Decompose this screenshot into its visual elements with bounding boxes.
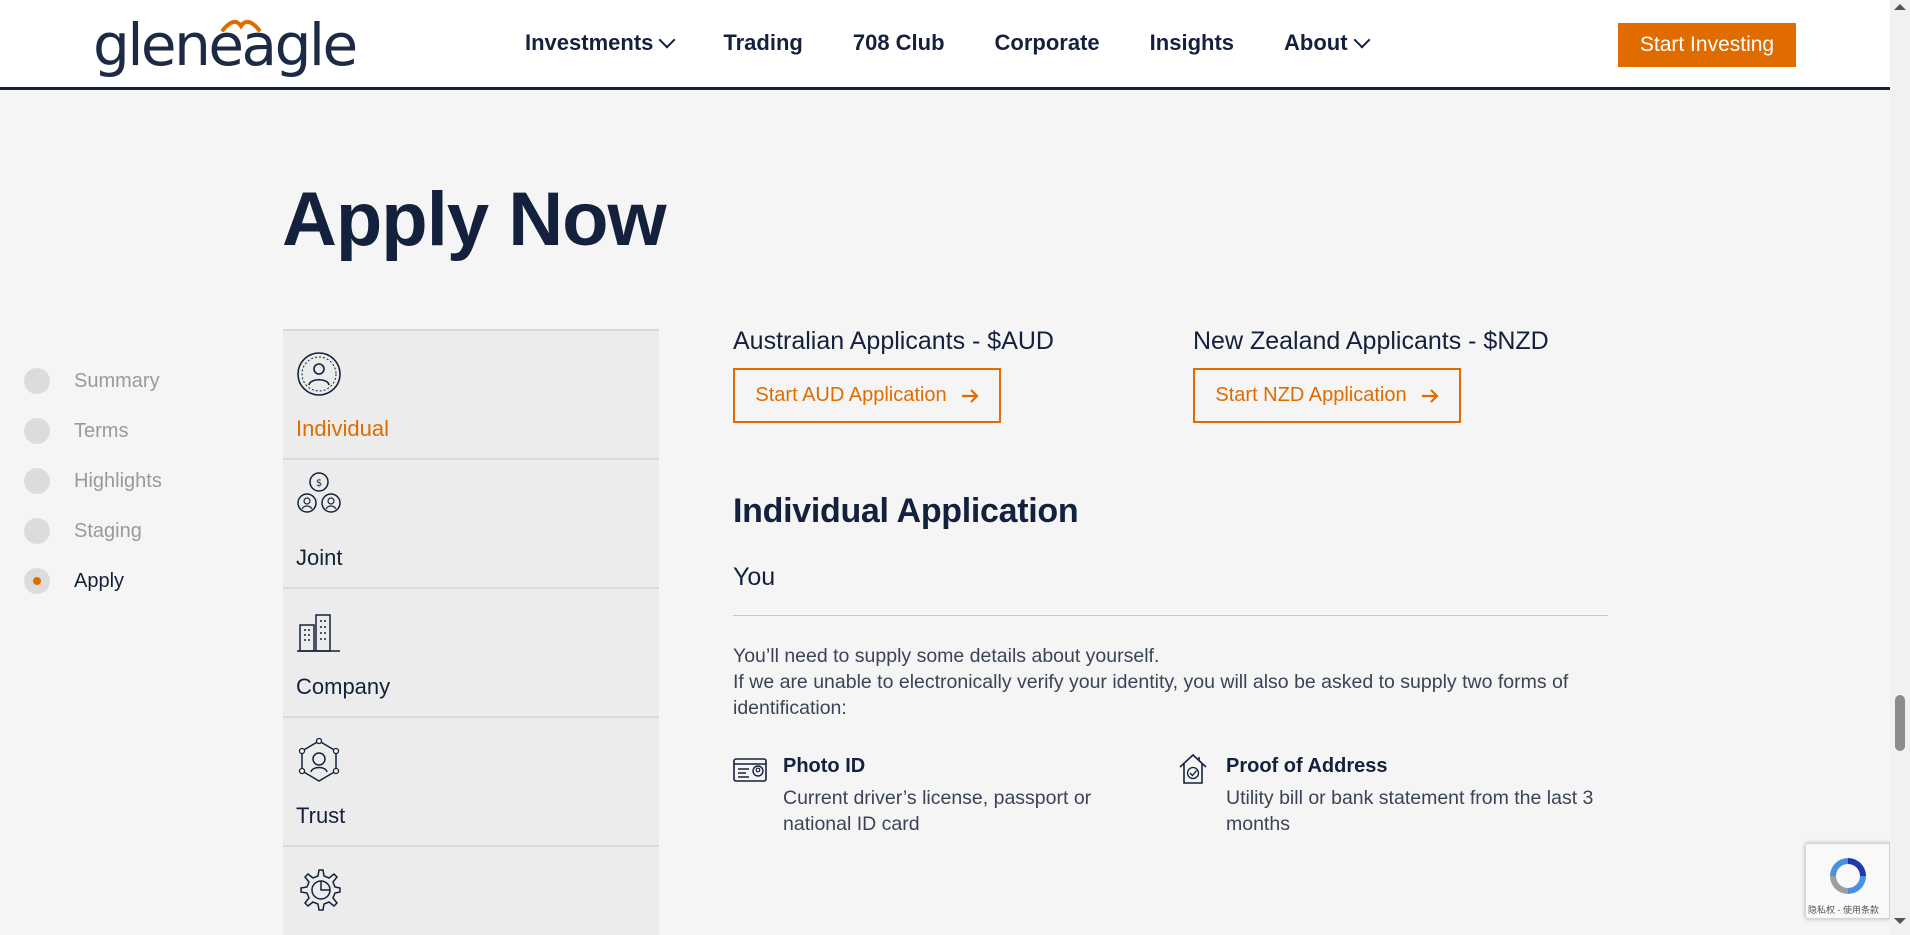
- photo-id-text: Current driver’s license, passport or na…: [783, 787, 1092, 835]
- individual-description: You’ll need to supply some details about…: [733, 643, 1613, 721]
- individual-application-heading: Individual Application: [733, 492, 1079, 530]
- start-nzd-application-button[interactable]: Start NZD Application: [1193, 368, 1461, 423]
- step-summary[interactable]: Summary: [24, 356, 162, 406]
- scrollbar-thumb[interactable]: [1895, 695, 1905, 751]
- recaptcha-icon: [1830, 858, 1866, 894]
- proof-of-address-title: Proof of Address: [1226, 755, 1388, 777]
- tab-trust[interactable]: Trust: [283, 716, 659, 845]
- nav-investments-label: Investments: [525, 30, 654, 55]
- nav-corporate-label: Corporate: [994, 30, 1100, 55]
- buildings-icon: [297, 614, 340, 652]
- tab-individual[interactable]: Individual: [283, 329, 659, 458]
- page-title: Apply Now: [282, 177, 667, 262]
- step-dot: [24, 368, 50, 394]
- section-you-heading: You: [733, 563, 776, 591]
- person-circle-icon: [297, 352, 341, 396]
- scroll-up-icon[interactable]: [1894, 4, 1906, 10]
- nav-about[interactable]: About: [1284, 30, 1371, 56]
- divider: [733, 615, 1608, 616]
- id-card-icon: [733, 758, 767, 782]
- step-dot: [24, 518, 50, 544]
- step-label: Apply: [74, 569, 125, 592]
- step-staging[interactable]: Staging: [24, 506, 162, 556]
- start-investing-button[interactable]: Start Investing: [1618, 23, 1796, 67]
- aud-heading: Australian Applicants - $AUD: [733, 327, 1054, 355]
- nav-708-club[interactable]: 708 Club: [853, 30, 945, 56]
- step-label: Staging: [74, 519, 142, 542]
- arrow-right-icon: [961, 388, 979, 403]
- step-apply[interactable]: Apply: [24, 556, 162, 606]
- tab-trust-label: Trust: [296, 803, 346, 828]
- gleneagle-logo[interactable]: gleneagle: [93, 11, 358, 79]
- recaptcha-links[interactable]: 隐私权 - 使用条款: [1808, 903, 1879, 916]
- step-dot: [24, 418, 50, 444]
- nav-about-label: About: [1284, 30, 1348, 55]
- tab-gear-option[interactable]: [283, 845, 659, 935]
- description-line-1: You’ll need to supply some details about…: [733, 645, 1160, 667]
- nav-investments[interactable]: Investments: [525, 30, 676, 56]
- photo-id-title: Photo ID: [783, 755, 866, 777]
- step-label: Summary: [74, 369, 160, 392]
- recaptcha-badge[interactable]: 隐私权 - 使用条款: [1805, 843, 1890, 919]
- page-scrollbar[interactable]: [1890, 0, 1910, 935]
- tab-company-label: Company: [296, 674, 391, 699]
- chevron-down-icon: [658, 31, 676, 49]
- eagle-wing-icon: [221, 19, 261, 32]
- tab-company[interactable]: Company: [283, 587, 659, 716]
- house-check-icon: [1179, 753, 1207, 784]
- scroll-down-icon[interactable]: [1894, 918, 1906, 924]
- step-dot-active: [24, 568, 50, 594]
- main-nav: Investments Trading 708 Club Corporate I…: [525, 30, 1371, 56]
- chevron-down-icon: [1353, 31, 1371, 49]
- nav-insights[interactable]: Insights: [1150, 30, 1234, 56]
- start-aud-application-button[interactable]: Start AUD Application: [733, 368, 1001, 423]
- proof-of-address-text: Utility bill or bank statement from the …: [1226, 787, 1594, 835]
- nav-708-club-label: 708 Club: [852, 30, 945, 55]
- nav-insights-label: Insights: [1149, 30, 1235, 55]
- nav-trading-label: Trading: [723, 30, 803, 55]
- arrow-right-icon: [1421, 388, 1439, 403]
- nav-trading[interactable]: Trading: [723, 30, 802, 56]
- nav-corporate[interactable]: Corporate: [995, 30, 1100, 56]
- site-header: gleneagle Investments Trading 708 Club C…: [0, 0, 1890, 90]
- step-highlights[interactable]: Highlights: [24, 456, 162, 506]
- step-label: Highlights: [74, 469, 162, 492]
- start-nzd-label: Start NZD Application: [1215, 384, 1407, 406]
- description-line-2: If we are unable to electronically verif…: [733, 671, 1569, 719]
- start-aud-label: Start AUD Application: [755, 384, 947, 406]
- network-people-icon: [298, 738, 340, 782]
- svg-text:$: $: [316, 478, 322, 489]
- tab-joint[interactable]: $ Joint: [283, 458, 659, 587]
- tab-individual-label: Individual: [296, 416, 389, 441]
- tab-joint-label: Joint: [296, 545, 343, 570]
- joint-people-icon: $: [297, 472, 341, 513]
- step-terms[interactable]: Terms: [24, 406, 162, 456]
- applicant-type-tabs: Individual $ Joint Company Trust: [283, 329, 659, 935]
- gear-chart-icon: [300, 869, 341, 911]
- step-dot: [24, 468, 50, 494]
- nzd-heading: New Zealand Applicants - $NZD: [1193, 327, 1549, 355]
- step-label: Terms: [74, 419, 129, 442]
- step-nav: Summary Terms Highlights Staging Apply: [24, 356, 162, 606]
